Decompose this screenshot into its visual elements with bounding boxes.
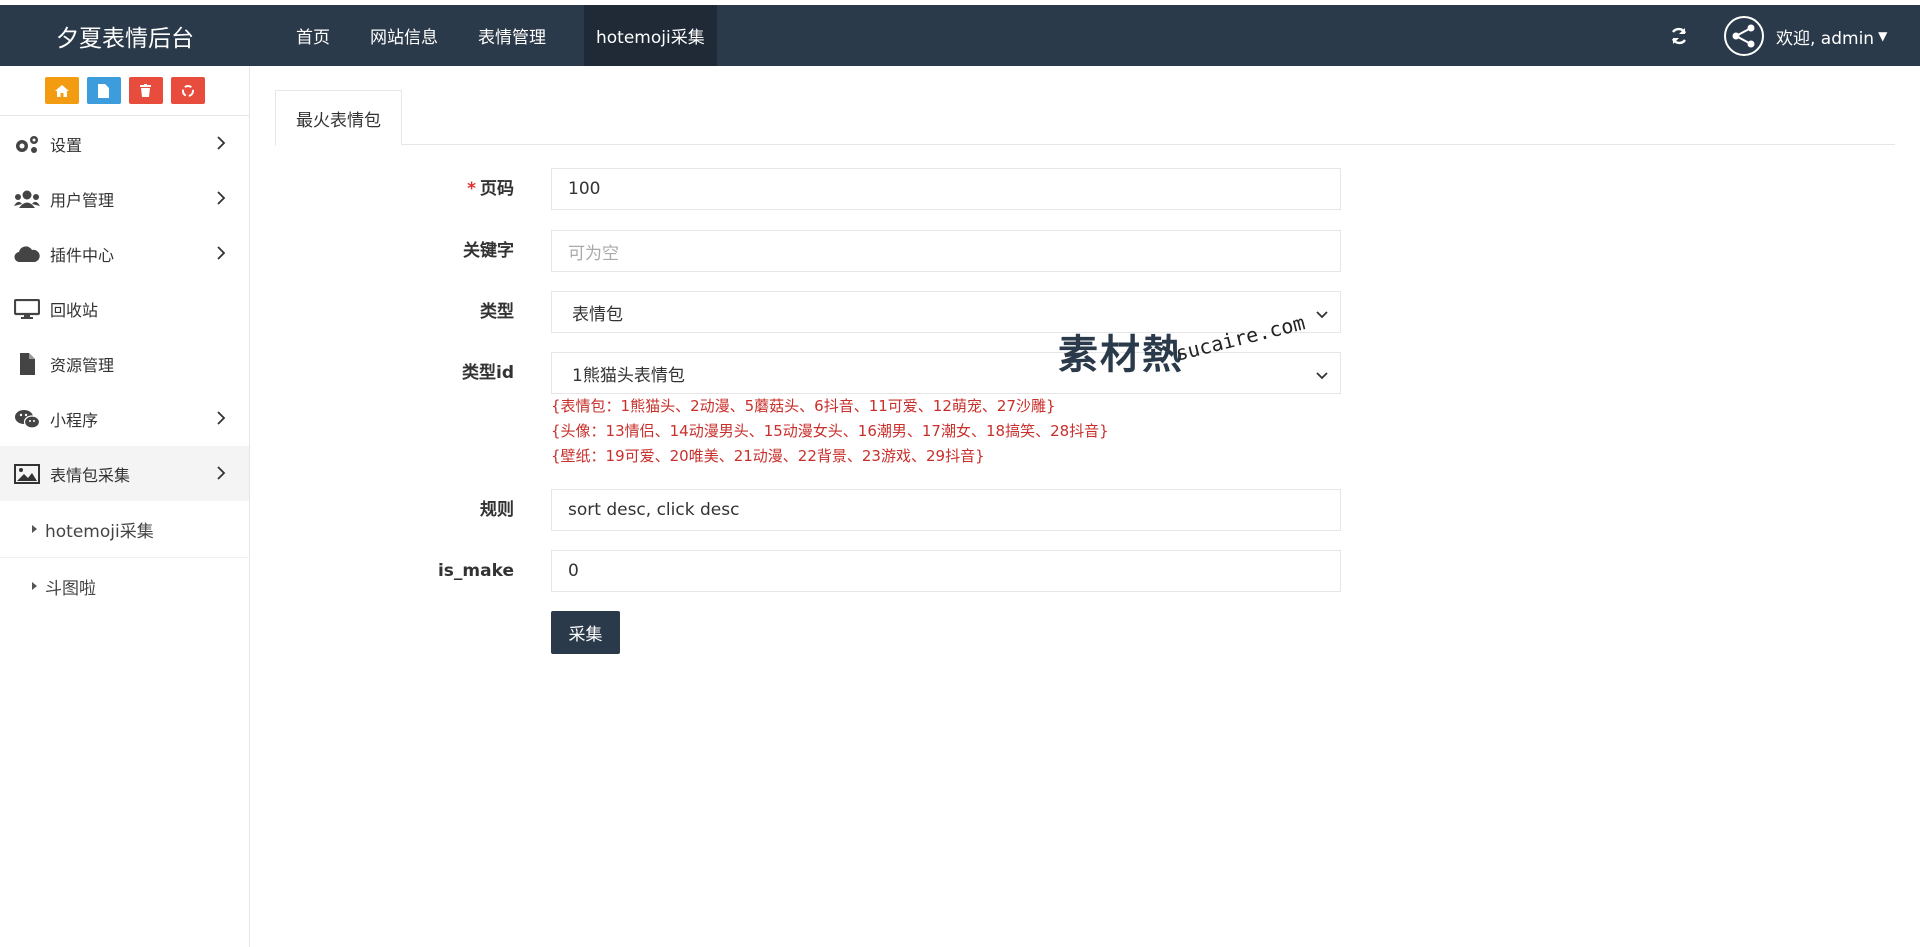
sidebar-item-emoji-collect[interactable]: 表情包采集 <box>0 446 249 501</box>
is-make-label: is_make <box>437 561 514 581</box>
sidebar-subitem-doutula[interactable]: 斗图啦 <box>0 558 249 614</box>
sidebar-item-label: 设置 <box>50 135 83 155</box>
top-nav: 首页 网站信息 表情管理 hotemoji采集 <box>271 5 717 66</box>
type-id-hint-emoji: {表情包：1熊猫头、2动漫、5蘑菇头、6抖音、11可爱、12萌宠、27沙雕} <box>551 397 1056 415</box>
chevron-down-icon <box>1316 366 1328 386</box>
sidebar-item-label: 用户管理 <box>50 190 115 210</box>
watermark-cn: 素材熱 <box>1058 332 1184 378</box>
quick-actions <box>0 66 249 116</box>
sidebar-item-plugins[interactable]: 插件中心 <box>0 226 249 281</box>
caret-right-icon <box>32 525 37 533</box>
file-button[interactable] <box>86 77 121 104</box>
sidebar-item-settings[interactable]: 设置 <box>0 116 249 171</box>
keyword-label: 关键字 <box>463 241 514 261</box>
file-icon <box>98 83 109 98</box>
type-label: 类型 <box>480 302 514 322</box>
required-mark: * <box>467 179 476 199</box>
user-menu[interactable]: 欢迎, admin ▼ <box>1724 16 1887 56</box>
sidebar-subitem-label: hotemoji采集 <box>45 521 154 542</box>
chevron-right-icon <box>216 465 226 484</box>
recycle-button[interactable] <box>170 77 205 104</box>
cloud-icon <box>14 243 40 265</box>
type-select-value: 表情包 <box>572 304 623 325</box>
recycle-icon <box>181 84 194 97</box>
users-icon <box>14 188 40 210</box>
user-greeting: 欢迎, admin <box>1776 28 1875 49</box>
type-id-label: 类型id <box>462 363 514 383</box>
chevron-down-icon <box>1316 305 1328 325</box>
type-id-hint-avatar: {头像：13情侣、14动漫男头、15动漫女头、16潮男、17潮女、18搞笑、28… <box>551 422 1109 440</box>
page-input[interactable]: 100 <box>551 168 1341 210</box>
nav-hotemoji-collect[interactable]: hotemoji采集 <box>584 5 717 66</box>
keyword-input[interactable]: 可为空 <box>551 230 1341 272</box>
is-make-input[interactable]: 0 <box>551 550 1341 592</box>
app-title: 夕夏表情后台 <box>56 25 194 52</box>
trash-button[interactable] <box>128 77 163 104</box>
rule-label: 规则 <box>480 500 514 520</box>
home-button[interactable] <box>44 77 79 104</box>
collect-button[interactable]: 采集 <box>551 611 620 654</box>
chevron-right-icon <box>216 190 226 209</box>
gears-icon <box>14 133 40 155</box>
file-icon <box>14 352 40 375</box>
sidebar-item-label: 小程序 <box>50 410 99 430</box>
refresh-icon[interactable] <box>1665 22 1693 50</box>
type-id-hint-wallpaper: {壁纸：19可爱、20唯美、21动漫、22背景、23游戏、29抖音} <box>551 447 985 465</box>
monitor-icon <box>14 298 40 320</box>
sidebar-item-label: 回收站 <box>50 300 99 320</box>
page-label: * 页码 <box>467 168 514 210</box>
tab-bar: 最火表情包 <box>275 90 1895 146</box>
trash-icon <box>140 84 151 97</box>
rule-input[interactable]: sort desc, click desc <box>551 489 1341 531</box>
sidebar-subitem-label: 斗图啦 <box>45 578 96 599</box>
sidebar-item-recycle-bin[interactable]: 回收站 <box>0 281 249 336</box>
sidebar-item-users[interactable]: 用户管理 <box>0 171 249 226</box>
sidebar-item-label: 插件中心 <box>50 245 115 265</box>
home-icon <box>54 84 69 97</box>
page-label-text: 页码 <box>480 179 514 199</box>
sidebar: 设置 用户管理 插件中心 回收站 资源管理 小程序 表情包采集 hotemoji… <box>0 66 250 947</box>
sidebar-item-miniprogram[interactable]: 小程序 <box>0 391 249 446</box>
wechat-icon <box>14 408 40 430</box>
chevron-right-icon <box>216 245 226 264</box>
type-id-select-value: 1熊猫头表情包 <box>572 365 685 386</box>
nav-home[interactable]: 首页 <box>271 5 370 66</box>
caret-right-icon <box>32 582 37 590</box>
avatar <box>1724 16 1764 56</box>
image-icon <box>14 463 40 485</box>
nav-emoji-manage[interactable]: 表情管理 <box>478 5 576 66</box>
sidebar-item-label: 资源管理 <box>50 355 115 375</box>
sidebar-subitem-hotemoji[interactable]: hotemoji采集 <box>0 501 249 558</box>
caret-down-icon: ▼ <box>1878 29 1888 43</box>
tab-hottest-emoji[interactable]: 最火表情包 <box>275 90 402 146</box>
top-navbar: 夕夏表情后台 首页 网站信息 表情管理 hotemoji采集 欢迎, admin… <box>0 5 1920 66</box>
sidebar-item-resources[interactable]: 资源管理 <box>0 336 249 391</box>
share-icon <box>1732 24 1755 48</box>
nav-site-info[interactable]: 网站信息 <box>370 5 478 66</box>
sidebar-item-label: 表情包采集 <box>50 465 131 485</box>
watermark-logo: 素材熱 sucaire.com <box>1058 310 1308 382</box>
chevron-right-icon <box>216 135 226 154</box>
chevron-right-icon <box>216 410 226 429</box>
